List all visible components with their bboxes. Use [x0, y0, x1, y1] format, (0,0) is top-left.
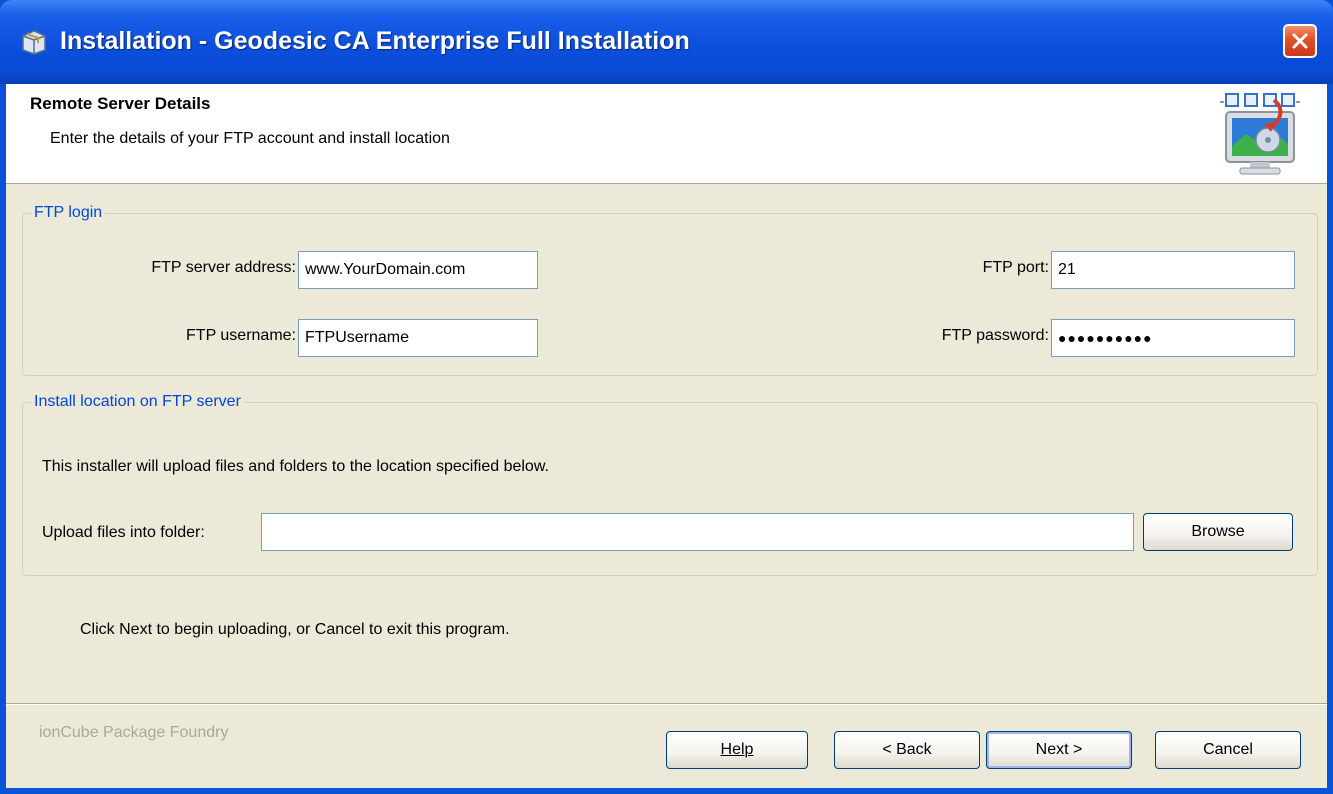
help-button[interactable]: Help — [666, 731, 808, 769]
window-title: Installation - Geodesic CA Enterprise Fu… — [60, 27, 690, 55]
back-button-label: < Back — [882, 741, 932, 758]
ftp-password-input[interactable] — [1051, 319, 1295, 357]
footer-divider-highlight — [6, 704, 1327, 705]
ftp-password-label: FTP password: — [941, 327, 1049, 344]
cancel-button[interactable]: Cancel — [1155, 731, 1301, 769]
ftp-port-input[interactable] — [1051, 251, 1295, 289]
browse-button[interactable]: Browse — [1143, 513, 1293, 551]
back-button[interactable]: < Back — [834, 731, 980, 769]
close-icon — [1292, 33, 1308, 49]
close-button[interactable] — [1283, 24, 1317, 58]
title-bar[interactable]: Installation - Geodesic CA Enterprise Fu… — [0, 0, 1333, 84]
install-location-legend: Install location on FTP server — [34, 393, 241, 410]
next-button-label: Next > — [1035, 741, 1083, 758]
ftp-server-input[interactable] — [298, 251, 538, 289]
ftp-login-legend: FTP login — [34, 204, 103, 221]
next-button[interactable]: Next > — [986, 731, 1132, 769]
ftp-port-label: FTP port: — [982, 259, 1049, 276]
page-subtitle: Enter the details of your FTP account an… — [50, 130, 450, 147]
brand-label: ionCube Package Foundry — [39, 724, 229, 741]
ftp-username-input[interactable] — [298, 319, 538, 357]
installer-box-icon — [22, 30, 46, 55]
wizard-header: Remote Server Details Enter the details … — [6, 84, 1327, 184]
dialog-client: Remote Server Details Enter the details … — [6, 84, 1327, 788]
cancel-button-label: Cancel — [1203, 741, 1253, 758]
upload-folder-input[interactable] — [261, 513, 1134, 551]
instruction-text: Click Next to begin uploading, or Cancel… — [80, 621, 510, 638]
install-location-description: This installer will upload files and fol… — [42, 458, 549, 475]
ftp-username-label: FTP username: — [186, 327, 296, 344]
monitor-install-graphic — [1220, 93, 1300, 175]
upload-folder-label: Upload files into folder: — [42, 524, 205, 541]
help-button-label: Help — [720, 741, 754, 758]
installer-window: Installation - Geodesic CA Enterprise Fu… — [0, 0, 1333, 794]
ftp-server-label: FTP server address: — [151, 259, 296, 276]
page-title: Remote Server Details — [30, 94, 211, 113]
